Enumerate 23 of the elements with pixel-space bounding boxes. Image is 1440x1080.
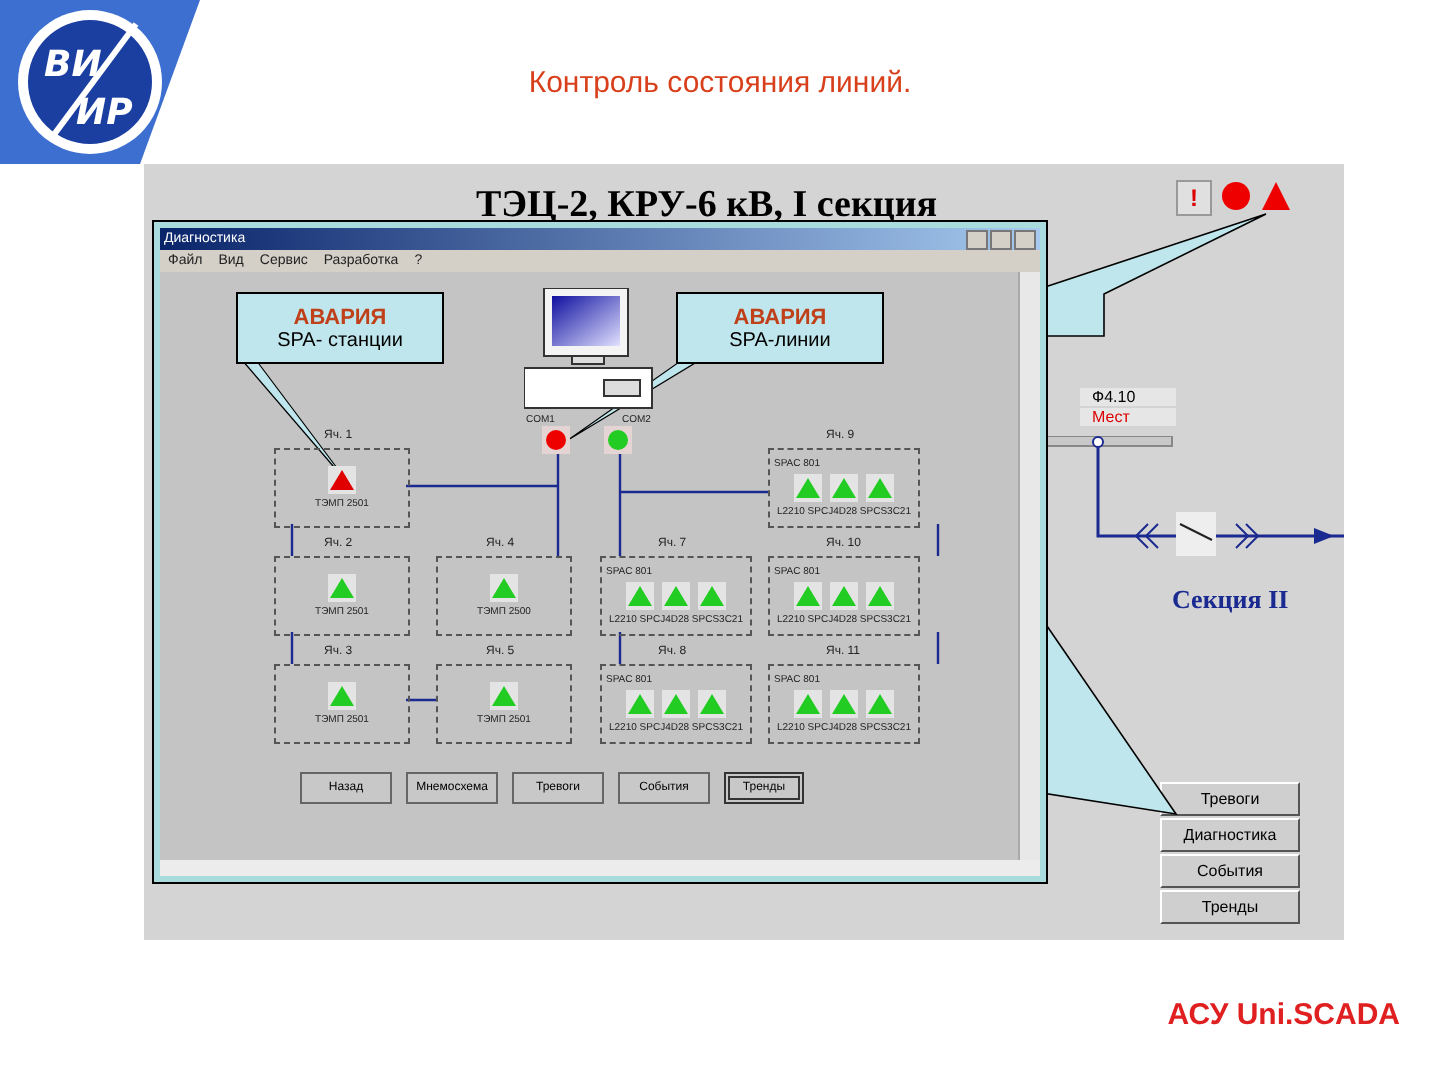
slide-title: Контроль состояния линий. (526, 65, 914, 99)
nav-button[interactable]: Диагностика (1160, 818, 1300, 852)
callout-text: SPA- станции (277, 329, 403, 351)
feeder-label: Ф4.10 (1080, 388, 1176, 406)
slide-footer: АСУ Uni.SCADA (1167, 998, 1400, 1032)
horizontal-scrollbar[interactable] (160, 860, 1040, 876)
vertical-scrollbar[interactable] (1018, 272, 1040, 860)
computer-icon (524, 288, 656, 412)
section-label: Секция II (1172, 584, 1289, 616)
triangle-icon (1260, 180, 1292, 212)
circle-icon (1220, 180, 1252, 212)
mode-label: Мест (1080, 408, 1176, 426)
nav-button[interactable]: Тревоги (1160, 782, 1300, 816)
screen-title: ТЭЦ-2, КРУ-6 кВ, I секция (476, 184, 938, 228)
nav-button[interactable]: Тренды (1160, 890, 1300, 924)
callout-text: SPA-линии (729, 329, 831, 351)
callout-heading: АВАРИЯ (293, 305, 387, 329)
nav-button[interactable]: События (1160, 854, 1300, 888)
maximize-button[interactable] (990, 229, 1012, 249)
callout-heading: АВАРИЯ (733, 305, 827, 329)
close-button[interactable] (1014, 229, 1036, 249)
minimize-button[interactable] (966, 229, 988, 249)
alarm-status-button[interactable]: ! (1176, 180, 1212, 216)
